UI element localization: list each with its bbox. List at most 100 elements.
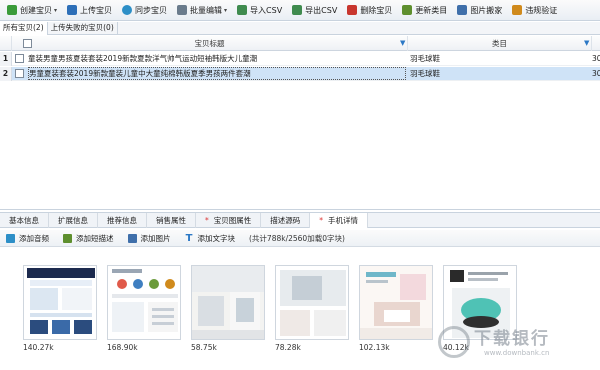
violation-check-button[interactable]: 违规验证 [508,2,561,19]
title-column-header[interactable]: 宝贝标题 [12,36,408,51]
add-audio-label: 添加音频 [19,233,49,243]
add-audio-button[interactable]: 添加音频 [6,233,49,244]
batch-edit-label: 批量编辑 [190,5,223,15]
tab-sales-attributes[interactable]: 销售属性 [147,213,196,228]
create-item-button[interactable]: 创建宝贝 ▾ [3,2,61,19]
text-icon: T [185,232,193,244]
add-text-label: 添加文字块 [197,233,236,243]
export-csv-icon [292,5,303,15]
row-number: 2 [0,67,12,81]
add-summary-label: 添加短描述 [76,233,114,243]
export-csv-button[interactable]: 导出CSV [288,2,341,19]
row-number-header [0,36,12,51]
item-category: 羽毛球鞋 [410,69,440,78]
create-item-icon [7,5,17,15]
mobile-image-list: 140.27k 168.90k 58.75k 78.28k 102.13k 40… [0,248,600,370]
product-image-thumbnail[interactable] [191,265,265,340]
audio-icon [6,233,15,243]
image-move-label: 图片搬家 [470,5,503,15]
table-header: 宝贝标题 ▼ 类目 ▼ [0,36,600,51]
violation-check-label: 违规验证 [525,5,558,15]
tab-all-items[interactable]: 所有宝贝(2) [0,22,48,35]
update-category-button[interactable]: 更新类目 [398,2,451,19]
delete-button[interactable]: 删除宝贝 [343,2,396,19]
main-toolbar: 创建宝贝 ▾ 上传宝贝 同步宝贝 批量编辑 ▾ 导入CSV 导出CSV 删除宝贝… [0,0,600,21]
chevron-down-icon[interactable]: ▾ [54,7,57,14]
batch-edit-icon [177,5,188,15]
product-image-2 [108,266,180,339]
table-row[interactable]: 1 童装男童男孩夏装套装2019新款夏款洋气帅气运动短袖韩版大儿童潮 羽毛球鞋 … [0,52,600,66]
product-image-5 [360,266,432,339]
image-move-button[interactable]: 图片搬家 [453,2,506,19]
image-size: 168.90k [107,343,138,352]
product-image-thumbnail[interactable] [275,265,349,340]
sync-label: 同步宝贝 [135,5,168,15]
tab-mobile-details[interactable]: * 手机详情 [310,213,368,228]
product-image-thumbnail[interactable] [359,265,433,340]
watermark-logo-icon [438,326,470,358]
watermark-url: www.downbank.cn [484,349,550,357]
required-star-icon: * [319,216,323,225]
row-checkbox[interactable] [15,54,24,63]
product-image-1 [24,266,96,339]
filter-icon[interactable]: ▼ [400,39,406,47]
import-csv-button[interactable]: 导入CSV [233,2,286,19]
summary-icon [63,233,72,243]
items-table: 宝贝标题 ▼ 类目 ▼ 1 童装男童男孩夏装套装2019新款夏款洋气帅气运动短袖… [0,36,600,210]
image-size: 58.75k [191,343,217,352]
product-image-thumbnail[interactable] [23,265,97,340]
table-row[interactable]: 2 男童夏装套装2019新款童装儿童中大童纯棉韩版夏季男孩两件套潮 羽毛球鞋 3… [0,67,600,81]
batch-edit-button[interactable]: 批量编辑 ▾ [173,2,231,19]
add-text-button[interactable]: T 添加文字块 [185,232,236,244]
tab-upload-failed[interactable]: 上传失败的宝贝(0) [48,22,118,35]
row-number: 1 [0,52,12,66]
delete-label: 删除宝贝 [360,5,393,15]
item-title: 男童夏装套装2019新款童装儿童中大童纯棉韩版夏季男孩两件套潮 [28,67,406,80]
tab-label: 描述源码 [270,216,301,225]
required-star-icon: * [205,216,209,225]
image-size: 102.13k [359,343,390,352]
sync-button[interactable]: 同步宝贝 [118,2,171,19]
chevron-down-icon[interactable]: ▾ [224,7,227,14]
violation-check-icon [512,5,523,15]
tab-label: 基本信息 [9,216,39,225]
tab-label: 宝贝图属性 [213,216,252,225]
add-image-button[interactable]: 添加图片 [127,233,171,244]
export-csv-label: 导出CSV [305,5,338,15]
upload-label: 上传宝贝 [80,5,113,15]
item-title: 童装男童男孩夏装套装2019新款夏款洋气帅气运动短袖韩版大儿童潮 [28,54,258,63]
tab-extended-info[interactable]: 扩展信息 [49,213,98,228]
create-item-label: 创建宝贝 [20,5,52,15]
item-filter-tabs: 所有宝贝(2) 上传失败的宝贝(0) [0,22,600,35]
watermark: 下载银行 www.downbank.cn [434,324,594,364]
tab-recommend-info[interactable]: 推荐信息 [98,213,147,228]
upload-button[interactable]: 上传宝贝 [63,2,116,19]
row-checkbox[interactable] [15,69,24,78]
usage-note: (共计788k/2560加载0字块) [249,233,345,243]
mobile-detail-toolbar: 添加音频 添加短描述 添加图片 T 添加文字块 (共计788k/2560加载0字… [0,230,600,247]
import-csv-label: 导入CSV [250,5,283,15]
category-column-header[interactable]: 类目 [408,36,592,51]
tab-label: 手机详情 [328,216,358,225]
watermark-text: 下载银行 [474,329,550,349]
image-move-icon [457,5,468,15]
tab-label: 扩展信息 [58,216,88,225]
update-category-icon [402,5,413,15]
image-size: 78.28k [275,343,301,352]
product-image-4 [276,266,348,339]
detail-tabs: 基本信息 扩展信息 推荐信息 销售属性 * 宝贝图属性 描述源码 * 手机详情 [0,212,600,228]
filter-icon[interactable]: ▼ [584,39,590,47]
import-csv-icon [237,5,248,15]
update-category-label: 更新类目 [415,5,448,15]
tab-label: 销售属性 [156,216,186,225]
product-image-thumbnail[interactable] [107,265,181,340]
tab-basic-info[interactable]: 基本信息 [0,213,49,228]
product-image-3 [192,266,264,339]
item-category: 羽毛球鞋 [410,54,440,63]
item-extra: 30 [592,69,600,78]
image-icon [127,233,137,243]
tab-label: 推荐信息 [107,216,137,225]
tab-image-attributes[interactable]: * 宝贝图属性 [196,213,262,228]
tab-description-source[interactable]: 描述源码 [261,213,311,228]
add-summary-button[interactable]: 添加短描述 [63,233,114,244]
